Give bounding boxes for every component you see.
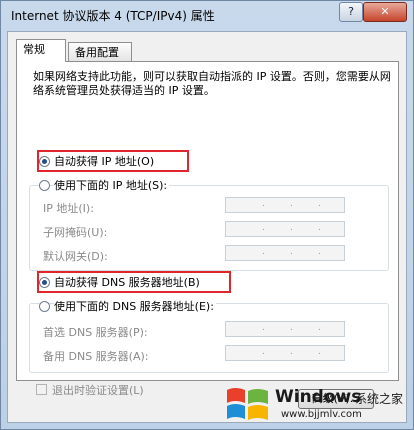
windows-logo-icon bbox=[227, 388, 268, 420]
default-gateway-label: 默认网关(D): bbox=[43, 250, 108, 263]
subnet-mask-input[interactable]: ... bbox=[225, 221, 345, 237]
ip-address-label: IP 地址(I): bbox=[43, 202, 94, 215]
dialog-client: 常规 备用配置 如果网络支持此功能，则可以获取自动指派的 IP 设置。否则，您需… bbox=[7, 31, 407, 423]
close-button[interactable]: ✕ bbox=[363, 2, 407, 22]
tab-alternate-config[interactable]: 备用配置 bbox=[68, 42, 132, 61]
help-button[interactable]: ? bbox=[339, 2, 363, 22]
radio-indicator[interactable] bbox=[39, 301, 50, 312]
manual-ip-label[interactable]: 使用下面的 IP 地址(S): bbox=[54, 178, 170, 194]
watermark-url: www.bjjmlv.com bbox=[281, 409, 362, 420]
preferred-dns-label: 首选 DNS 服务器(P): bbox=[43, 326, 148, 339]
alternate-dns-input[interactable]: ... bbox=[225, 345, 345, 361]
ip-address-input[interactable]: ... bbox=[225, 197, 345, 213]
watermark-brand: Windows bbox=[275, 387, 362, 407]
validate-on-exit-checkbox[interactable] bbox=[36, 384, 47, 395]
highlight-box-dns bbox=[37, 271, 231, 293]
watermark-subtitle: 系统之家 bbox=[355, 392, 404, 406]
manual-dns-label[interactable]: 使用下面的 DNS 服务器地址(E): bbox=[54, 299, 216, 315]
tab-general[interactable]: 常规 bbox=[16, 39, 66, 62]
preferred-dns-input[interactable]: ... bbox=[225, 321, 345, 337]
subnet-mask-label: 子网掩码(U): bbox=[43, 226, 108, 239]
title-bar[interactable]: Internet 协议版本 4 (TCP/IPv4) 属性 ? ✕ bbox=[1, 1, 413, 31]
description-text: 如果网络支持此功能，则可以获取自动指派的 IP 设置。否则，您需要从网络系统管理… bbox=[33, 70, 391, 97]
watermark: Windows 系统之家 www.bjjmlv.com bbox=[219, 379, 414, 429]
default-gateway-input[interactable]: ... bbox=[225, 245, 345, 261]
dialog-window: Internet 协议版本 4 (TCP/IPv4) 属性 ? ✕ 常规 备用配… bbox=[0, 0, 414, 430]
window-title: Internet 协议版本 4 (TCP/IPv4) 属性 bbox=[11, 9, 215, 23]
validate-on-exit-label[interactable]: 退出时验证设置(L) bbox=[52, 382, 144, 398]
highlight-box-ip bbox=[37, 150, 189, 172]
radio-indicator[interactable] bbox=[39, 180, 50, 191]
general-panel: 如果网络支持此功能，则可以获取自动指派的 IP 设置。否则，您需要从网络系统管理… bbox=[16, 61, 399, 381]
alternate-dns-label: 备用 DNS 服务器(A): bbox=[43, 350, 149, 363]
